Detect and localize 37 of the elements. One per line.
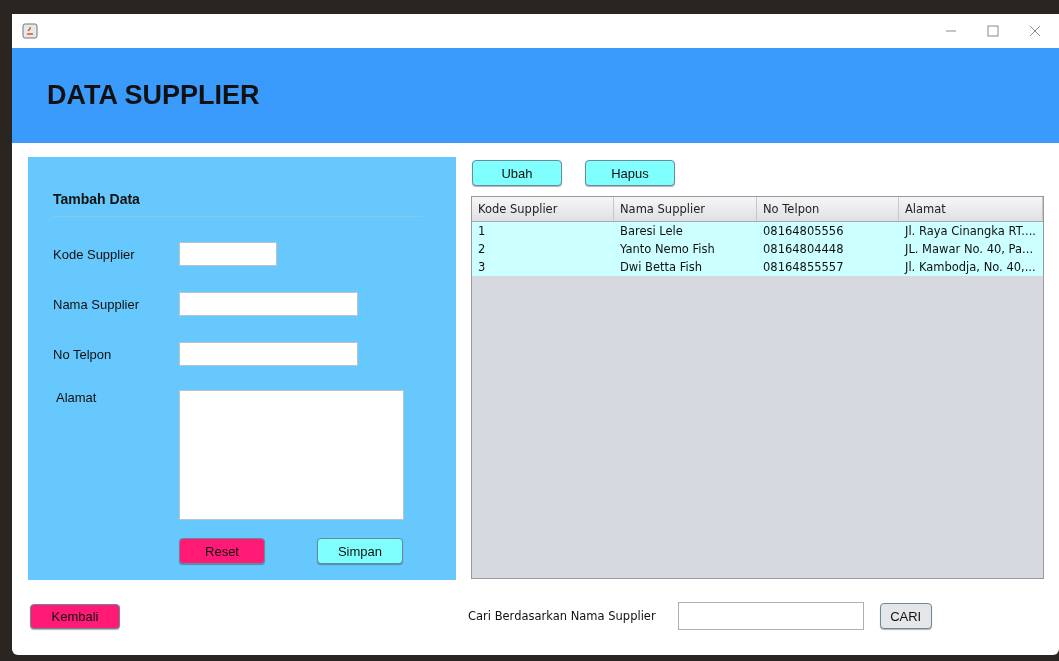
table-cell-text: Baresi Lele bbox=[619, 223, 684, 240]
column-header[interactable]: Nama Supplier bbox=[614, 197, 757, 221]
table-cell-text: Dwi Betta Fish bbox=[619, 259, 704, 276]
table-cell-text: 2 bbox=[477, 241, 487, 258]
table-cell-text: 1 bbox=[477, 223, 487, 240]
table-cell-text: Jl. Kambodja, No. 40,... bbox=[903, 259, 1037, 276]
field-label: Alamat bbox=[55, 390, 98, 405]
field-label: No Telpon bbox=[53, 346, 113, 362]
close-icon[interactable] bbox=[1029, 25, 1041, 37]
column-header[interactable]: Kode Supplier bbox=[472, 197, 614, 221]
search-label: Cari Berdasarkan Nama Supplier bbox=[468, 609, 656, 623]
field-label: Nama Supplier bbox=[53, 296, 140, 312]
field-label: Kode Supplier bbox=[53, 246, 136, 262]
app-icon bbox=[22, 23, 38, 39]
input-field[interactable] bbox=[179, 242, 277, 266]
search-button[interactable]: CARI bbox=[879, 603, 932, 629]
input-field[interactable] bbox=[179, 342, 358, 366]
form-button[interactable]: Simpan bbox=[317, 538, 403, 564]
table-cell-text: 3 bbox=[477, 259, 487, 276]
address-field[interactable] bbox=[179, 390, 404, 520]
input-field[interactable] bbox=[179, 292, 358, 316]
form-title: Tambah Data bbox=[53, 191, 423, 217]
column-header[interactable]: No Telpon bbox=[757, 197, 899, 221]
back-button[interactable]: Kembali bbox=[30, 603, 120, 629]
table-cell-text: Jl. Raya Cinangka RT.... bbox=[903, 223, 1037, 240]
table-cell-text: 08164804448 bbox=[762, 241, 845, 258]
action-button[interactable]: Ubah bbox=[472, 160, 562, 186]
form-button[interactable]: Reset bbox=[179, 538, 265, 564]
action-button[interactable]: Hapus bbox=[585, 160, 675, 186]
column-header[interactable]: Alamat bbox=[899, 197, 1043, 221]
search-field[interactable] bbox=[677, 602, 864, 630]
page-title: DATA SUPPLIER bbox=[47, 80, 260, 111]
table-cell-text: 08164805556 bbox=[762, 223, 845, 240]
maximize-icon[interactable] bbox=[987, 25, 999, 37]
table-cell-text: 08164855557 bbox=[762, 259, 845, 276]
table-cell-text: JL. Mawar No. 40, Pa... bbox=[903, 241, 1035, 258]
table-cell-text: Yanto Nemo Fish bbox=[619, 241, 716, 258]
